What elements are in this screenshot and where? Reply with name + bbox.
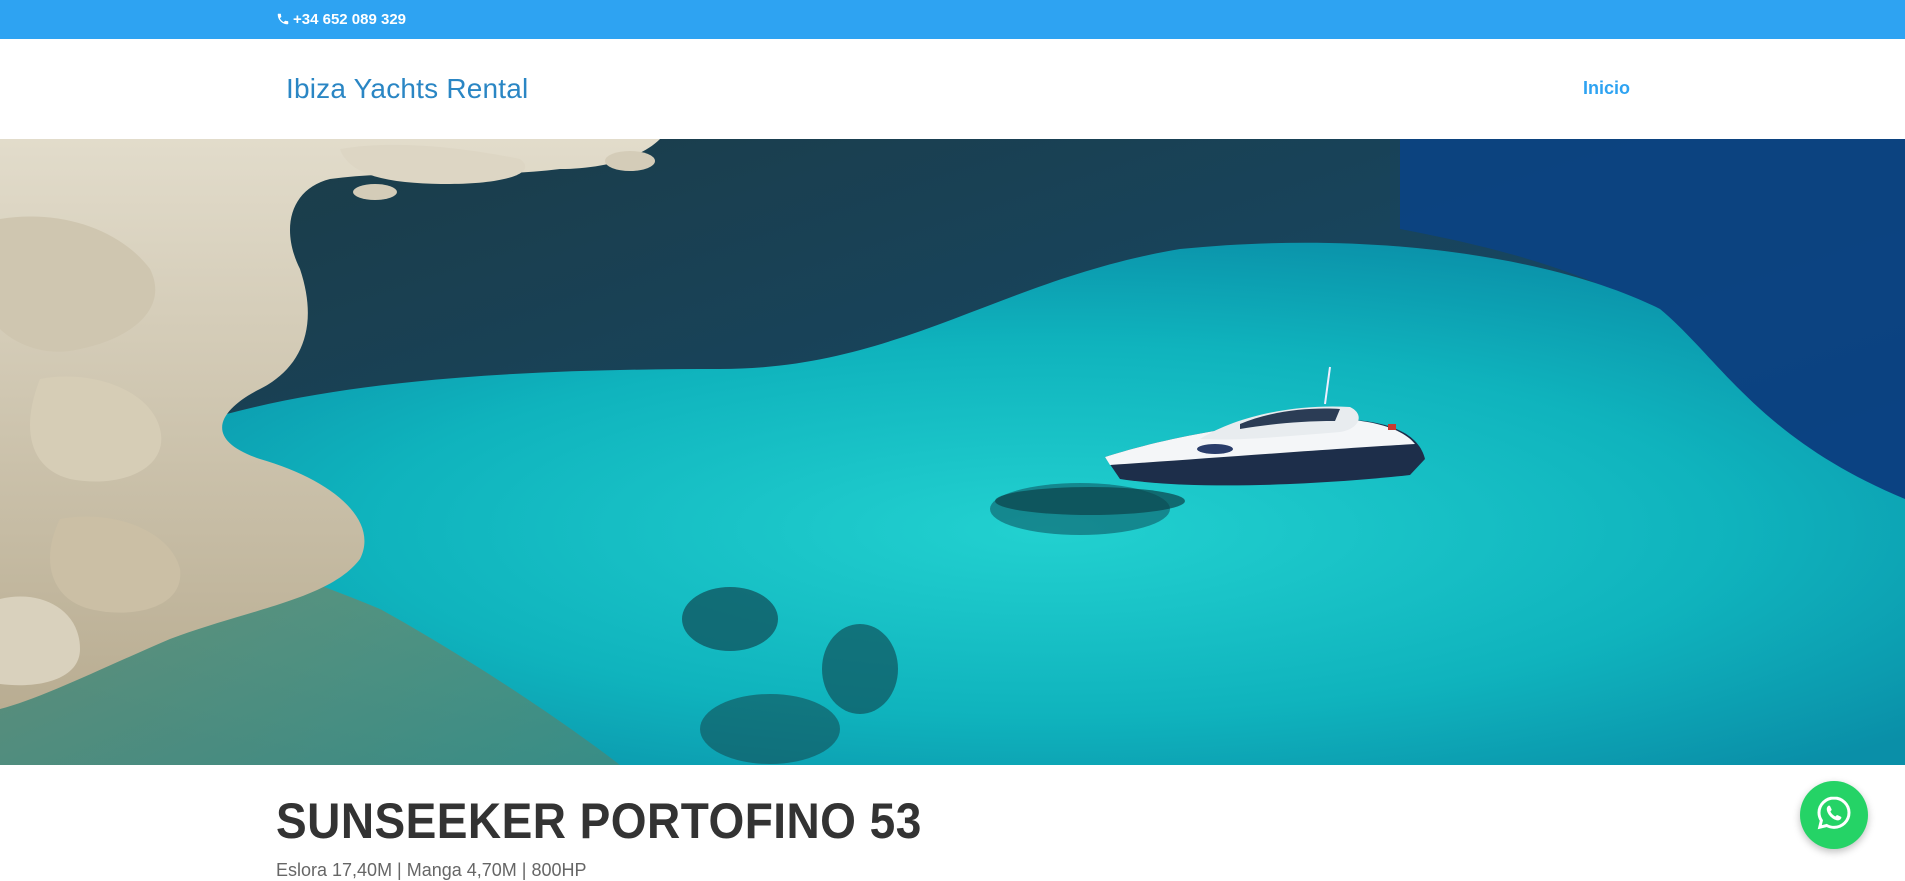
site-logo[interactable]: Ibiza Yachts Rental [286, 73, 528, 105]
yacht-specs: Eslora 17,40M | Manga 4,70M | 800HP [276, 860, 587, 880]
top-bar: +34 652 089 329 [0, 0, 1905, 39]
hero-image [0, 139, 1905, 765]
phone-icon [276, 12, 290, 26]
nav-item-inicio[interactable]: Inicio [1583, 78, 1630, 99]
phone-number: +34 652 089 329 [293, 10, 407, 28]
phone-contact[interactable]: +34 652 089 329 [276, 9, 406, 29]
yacht-title: SUNSEEKER PORTOFINO 53 [276, 793, 922, 849]
site-header: Ibiza Yachts Rental Inicio [0, 39, 1905, 139]
whatsapp-button[interactable] [1800, 781, 1868, 849]
hero-slider [0, 139, 1905, 765]
whatsapp-icon [1814, 793, 1854, 838]
